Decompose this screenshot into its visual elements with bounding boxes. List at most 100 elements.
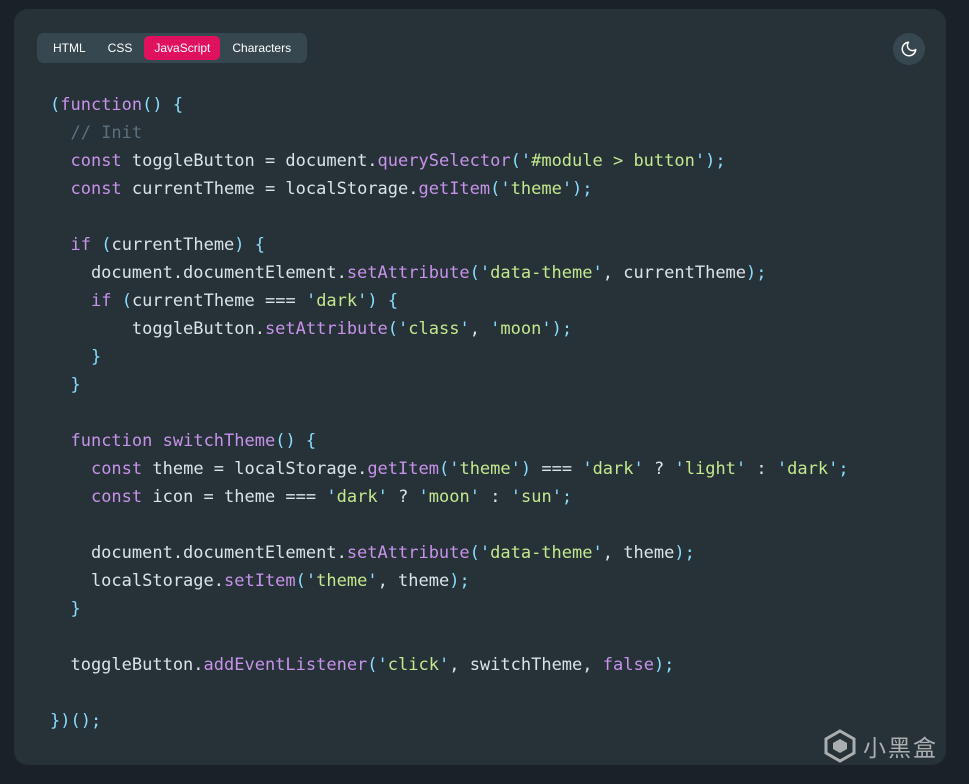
code-token: ' (510, 487, 521, 507)
code-token: ? (387, 487, 419, 507)
code-token: (' (469, 543, 491, 563)
code-line: if (currentTheme) { (50, 235, 265, 255)
code-token: () { (142, 95, 184, 115)
code-token: click (387, 655, 439, 675)
code-token: ' (776, 459, 788, 479)
code-token: // Init (70, 123, 143, 143)
code-token: currentTheme === (131, 291, 306, 311)
tab-css[interactable]: CSS (98, 36, 143, 60)
code-token: dark (336, 487, 378, 507)
code-token: } (90, 347, 102, 367)
code-token: false (602, 655, 654, 675)
code-token: ); (674, 543, 695, 563)
code-token: toggleButton = document. (121, 151, 378, 171)
code-line: })(); (50, 711, 101, 731)
code-token: function (60, 95, 143, 115)
code-token: moon (500, 319, 542, 339)
code-line: } (50, 375, 81, 395)
code-token: })(); (50, 711, 102, 731)
code-line: const icon = theme === 'dark' ? 'moon' :… (50, 487, 572, 507)
code-token: : (746, 459, 777, 479)
code-token: const (70, 179, 122, 199)
code-token: sun (520, 487, 552, 507)
code-token: ); (746, 263, 767, 283)
code-token: ' (367, 571, 378, 591)
code-token: theme = localStorage. (142, 459, 368, 479)
code-token: '); (561, 179, 593, 199)
logo-icon (824, 729, 856, 763)
tab-html[interactable]: HTML (43, 36, 96, 60)
code-token: moon (428, 487, 470, 507)
tab-javascript[interactable]: JavaScript (144, 36, 221, 60)
code-line: toggleButton.setAttribute('class', 'moon… (50, 319, 572, 339)
code-token: setItem (224, 571, 296, 591)
code-token: ); (449, 571, 470, 591)
code-token: const (90, 459, 143, 479)
code-token: (' (469, 263, 491, 283)
code-token: theme (459, 459, 511, 479)
code-token: dark (787, 459, 829, 479)
tab-characters[interactable]: Characters (222, 36, 301, 60)
code-token: '); (694, 151, 726, 171)
code-line: if (currentTheme === 'dark') { (50, 291, 398, 311)
code-token: ); (653, 655, 675, 675)
code-token: ') { (357, 291, 399, 311)
code-token: ' (490, 319, 501, 339)
code-token: '; (828, 459, 849, 479)
code-token: ' (305, 291, 317, 311)
code-token: (' (387, 319, 409, 339)
code-token: switchTheme (162, 431, 276, 451)
code-token: } (70, 375, 81, 395)
code-token: === (531, 459, 583, 479)
code-token: if (90, 291, 112, 311)
code-token: '; (551, 487, 573, 507)
code-line: const currentTheme = localStorage.getIte… (50, 179, 593, 199)
code-token: (' (295, 571, 317, 591)
code-token: , (469, 319, 491, 339)
code-token: if (70, 235, 91, 255)
code-token: ' (438, 655, 450, 675)
code-token: currentTheme (111, 235, 235, 255)
code-token: (' (490, 179, 511, 199)
code-token: ) { (234, 235, 266, 255)
code-token: ' (418, 487, 429, 507)
code-token: icon = theme === (142, 487, 327, 507)
code-token: , theme (377, 571, 450, 591)
code-token: toggleButton. (50, 319, 265, 339)
code-token: '); (541, 319, 573, 339)
code-token: dark (592, 459, 634, 479)
code-token: ' (592, 263, 603, 283)
code-token: ( (50, 95, 61, 115)
code-token: const (90, 487, 143, 507)
code-token: : (480, 487, 511, 507)
code-token: theme (510, 179, 562, 199)
code-block: (function() { // Init const toggleButton… (50, 91, 849, 735)
code-token: toggleButton. (50, 655, 204, 675)
code-token: ' (469, 487, 480, 507)
theme-toggle-button[interactable] (893, 33, 925, 65)
moon-icon (901, 41, 917, 57)
code-token: (' (510, 151, 532, 171)
code-token: getItem (418, 179, 491, 199)
code-token: const (70, 151, 122, 171)
code-token: theme (316, 571, 368, 591)
code-token: () { (275, 431, 317, 451)
code-token: data-theme (490, 263, 593, 283)
code-line: document.documentElement.setAttribute('d… (50, 263, 767, 283)
code-token: ? (643, 459, 675, 479)
code-line: toggleButton.addEventListener('click', s… (50, 655, 674, 675)
code-token: getItem (367, 459, 439, 479)
code-line: const theme = localStorage.getItem('them… (50, 459, 849, 479)
code-token: ( (121, 291, 132, 311)
code-token: localStorage. (50, 571, 224, 591)
code-token: (' (438, 459, 460, 479)
watermark: 小黑盒 (823, 728, 938, 764)
